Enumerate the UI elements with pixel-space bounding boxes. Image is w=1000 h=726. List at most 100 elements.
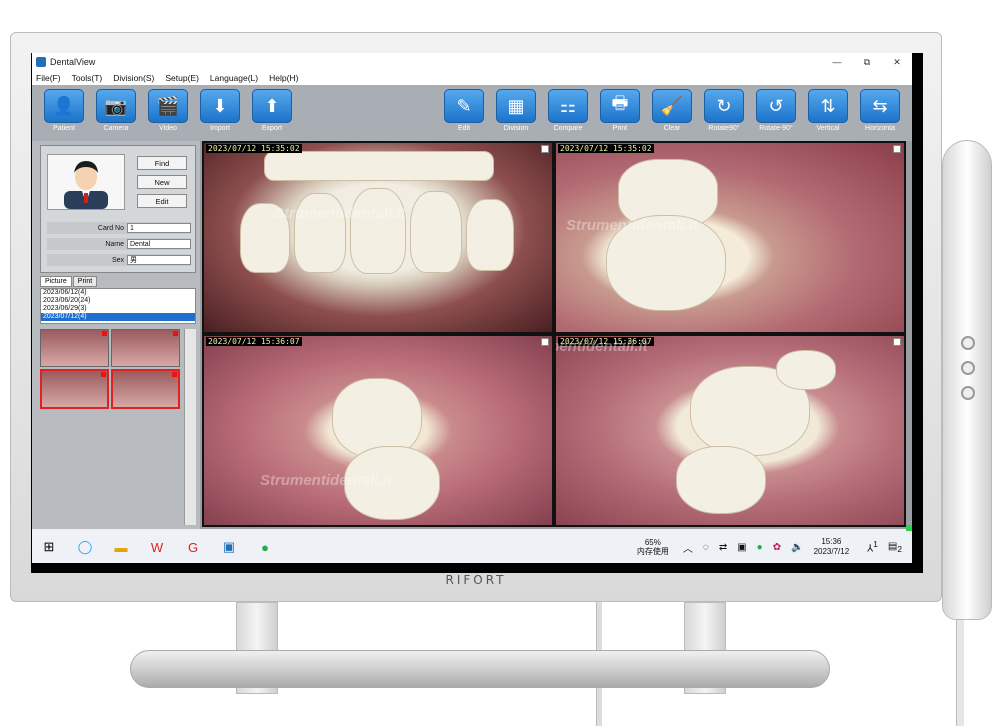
- print-icon: 🖶: [600, 89, 640, 123]
- card-no-label: Card No: [97, 224, 124, 232]
- clear-button[interactable]: 🧹 Clear: [646, 89, 698, 132]
- list-item[interactable]: 2023/06/20(24): [41, 297, 195, 305]
- close-button[interactable]: ✕: [882, 57, 912, 68]
- tooth-shape: [410, 191, 462, 273]
- flip-horizontal-icon: ⇆: [860, 89, 900, 123]
- export-icon: ⬆: [252, 89, 292, 123]
- card-no-row: Card No 1: [47, 222, 191, 234]
- monitor-brand: RIFORT: [445, 573, 507, 587]
- tooth-shape: [676, 446, 766, 514]
- image-checkbox[interactable]: [893, 338, 901, 346]
- sex-row: Sex 男: [47, 254, 191, 266]
- clear-icon: 🧹: [652, 89, 692, 123]
- g-app-icon[interactable]: G: [182, 536, 204, 558]
- wand-button: [961, 386, 975, 400]
- tooth-shape: [350, 188, 406, 274]
- watermark: Strumentidentali.it: [566, 217, 698, 234]
- app-logo-icon: [36, 57, 46, 67]
- video-label: Video: [159, 125, 177, 132]
- browser-icon[interactable]: ◯: [74, 536, 96, 558]
- image-grid: 2023/07/12 15:35:02 Strumentidentali.it …: [202, 141, 906, 527]
- thumbnail[interactable]: [111, 329, 180, 367]
- toolbar: 👤 Patient 📷 Camera 🎬 Video ⬇ Import ⬆ Export …: [32, 85, 912, 141]
- wps-icon[interactable]: W: [146, 536, 168, 558]
- menu-tools[interactable]: Tools(T): [72, 73, 103, 83]
- import-button[interactable]: ⬇ Import: [194, 89, 246, 132]
- clock[interactable]: 15:36 2023/7/12: [814, 537, 850, 557]
- division-button[interactable]: ▦ Division: [490, 89, 542, 132]
- chevron-up-icon[interactable]: ︿: [683, 540, 693, 555]
- camera-icon: 📷: [96, 89, 136, 123]
- name-field[interactable]: Dental: [127, 239, 191, 249]
- title-bar: DentalView — ⧉ ✕: [32, 53, 912, 71]
- export-button[interactable]: ⬆ Export: [246, 89, 298, 132]
- image-checkbox[interactable]: [541, 145, 549, 153]
- menu-help[interactable]: Help(H): [269, 73, 298, 83]
- list-item-selected[interactable]: 2023/07/12(4): [41, 313, 195, 321]
- menu-language[interactable]: Language(L): [210, 73, 258, 83]
- clock-time: 15:36: [821, 537, 842, 546]
- image-checkbox[interactable]: [541, 338, 549, 346]
- notification-count: 2: [897, 543, 902, 554]
- image-cell[interactable]: 2023/07/12 15:36:07 Strumentidentali.it: [204, 336, 552, 525]
- date-list: 2023/06/12(4) 2023/06/20(24) 2023/06/29(…: [40, 288, 196, 324]
- menu-division[interactable]: Division(S): [113, 73, 154, 83]
- division-label: Division: [503, 125, 529, 132]
- new-button[interactable]: New: [137, 175, 187, 189]
- sidebar-scrollbar[interactable]: [184, 329, 196, 525]
- patient-panel: Find New Edit Card No 1 Name Dental Sex …: [40, 145, 196, 273]
- video-button[interactable]: 🎬 Video: [142, 89, 194, 132]
- tab-print[interactable]: Print: [72, 276, 98, 287]
- menu-setup[interactable]: Setup(E): [165, 73, 199, 83]
- thumbnail[interactable]: [111, 369, 180, 409]
- image-cell[interactable]: 2023/07/12 15:35:02 Strumentidentali.it: [556, 143, 904, 332]
- folder-icon[interactable]: ▬: [110, 536, 132, 558]
- export-label: Export: [261, 125, 283, 132]
- tooth-shape: [466, 199, 514, 271]
- clock-date: 2023/7/12: [813, 547, 850, 556]
- menu-file[interactable]: File(F): [36, 73, 61, 83]
- network-icon[interactable]: ◌: [703, 542, 709, 553]
- flip-horizontal-button[interactable]: ⇆ Horizonta: [854, 89, 906, 132]
- chat-icon[interactable]: ●: [254, 536, 276, 558]
- list-item[interactable]: 2023/06/29(3): [41, 305, 195, 313]
- image-cell[interactable]: 2023/07/12 15:36:07 Strumentidentali.it: [556, 336, 904, 525]
- flip-vertical-button[interactable]: ⇅ Vertical: [802, 89, 854, 132]
- compare-button[interactable]: ⚏ Compare: [542, 89, 594, 132]
- compare-icon: ⚏: [548, 89, 588, 123]
- dentalview-taskbar-icon[interactable]: ▣: [218, 536, 240, 558]
- list-item[interactable]: 2023/06/12(4): [41, 289, 195, 297]
- edit-button[interactable]: ✎ Edit: [438, 89, 490, 132]
- start-icon[interactable]: ⊞: [38, 536, 60, 558]
- print-button[interactable]: 🖶 Print: [594, 89, 646, 132]
- screen: DentalView — ⧉ ✕ File(F) Tools(T) Divisi…: [32, 53, 912, 563]
- clear-label: Clear: [663, 125, 681, 132]
- watermark: Strumentidentali.it: [556, 338, 648, 355]
- watermark: Strumentidentali.it: [260, 472, 392, 489]
- tray-app-icon[interactable]: ✿: [773, 542, 781, 553]
- avatar-icon: [64, 161, 108, 209]
- app-tray-icon[interactable]: ▣: [737, 542, 746, 553]
- maximize-button[interactable]: ⧉: [852, 57, 882, 68]
- minimize-button[interactable]: —: [822, 57, 852, 68]
- input-badge: 1: [873, 539, 878, 550]
- volume-icon[interactable]: 🔈: [791, 542, 803, 553]
- image-cell[interactable]: 2023/07/12 15:35:02 Strumentidentali.it: [204, 143, 552, 332]
- find-button[interactable]: Find: [137, 156, 187, 170]
- rotate-cw-button[interactable]: ↻ Rotate90°: [698, 89, 750, 132]
- marker-icon: [173, 331, 178, 336]
- notification-icon[interactable]: ▤2: [888, 541, 902, 554]
- thumbnail[interactable]: [40, 329, 109, 367]
- image-checkbox[interactable]: [893, 145, 901, 153]
- patient-button[interactable]: 👤 Patient: [38, 89, 90, 132]
- camera-button[interactable]: 📷 Camera: [90, 89, 142, 132]
- thumbnail[interactable]: [40, 369, 109, 409]
- edit-patient-button[interactable]: Edit: [137, 194, 187, 208]
- settings-icon[interactable]: ⇄: [719, 542, 727, 553]
- sex-field[interactable]: 男: [127, 255, 191, 265]
- card-no-field[interactable]: 1: [127, 223, 191, 233]
- tab-picture[interactable]: Picture: [40, 276, 72, 287]
- input-method-icon[interactable]: ⅄1: [867, 539, 878, 554]
- rotate-ccw-button[interactable]: ↺ Rotate-90°: [750, 89, 802, 132]
- wechat-icon[interactable]: ●: [757, 542, 763, 553]
